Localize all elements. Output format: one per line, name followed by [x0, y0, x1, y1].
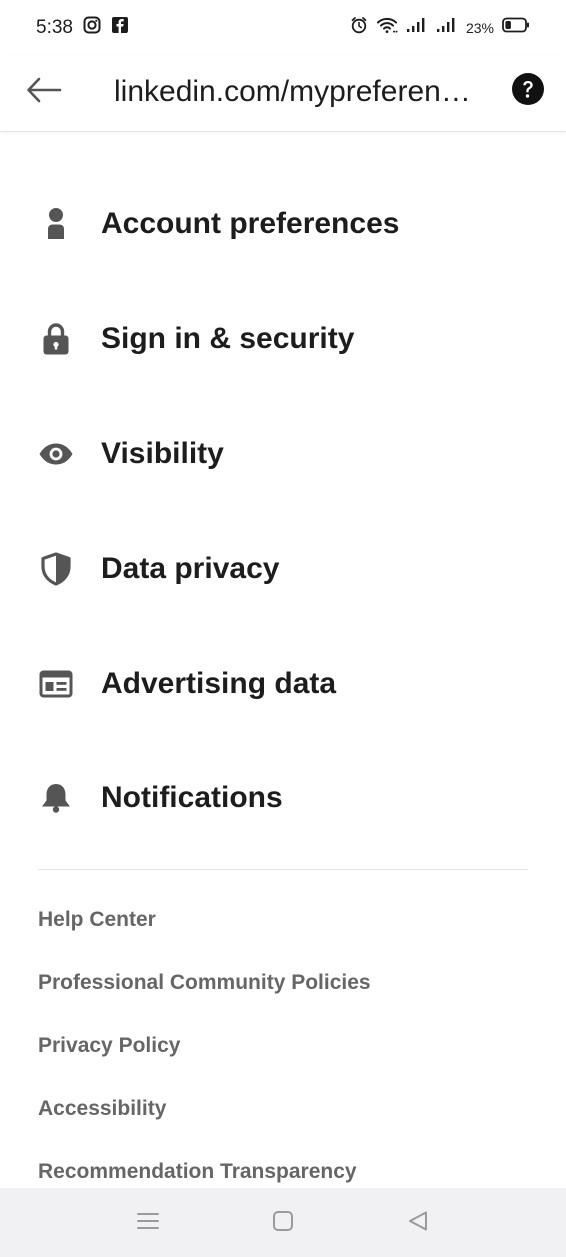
shield-icon	[37, 550, 75, 588]
bell-icon	[37, 779, 75, 817]
newspaper-icon	[37, 665, 75, 703]
lock-icon	[37, 320, 75, 358]
back-triangle-icon	[407, 1210, 429, 1237]
menu-label: Account preferences	[101, 207, 400, 241]
divider	[38, 869, 528, 870]
arrow-left-icon	[26, 76, 62, 109]
alarm-icon	[350, 16, 368, 40]
clock: 5:38	[36, 17, 73, 38]
footer-link-accessibility[interactable]: Accessibility	[38, 1092, 528, 1155]
home-square-icon	[272, 1210, 294, 1237]
menu-item-advertising-data[interactable]: Advertising data	[0, 626, 566, 741]
status-bar: 5:38 23%	[0, 0, 566, 56]
back-button[interactable]	[24, 72, 64, 112]
url-title: linkedin.com/mypreferences/m/categories/…	[114, 75, 474, 108]
battery-icon	[502, 17, 530, 39]
system-nav-bar	[0, 1188, 566, 1257]
facebook-icon	[111, 16, 129, 40]
menu-label: Advertising data	[101, 666, 337, 700]
footer-link-privacy-policy[interactable]: Privacy Policy	[38, 1029, 528, 1092]
status-left: 5:38	[36, 16, 129, 40]
menu-item-account-preferences[interactable]: Account preferences	[0, 167, 566, 282]
menu-item-notifications[interactable]: Notifications	[0, 741, 566, 856]
menu-icon	[137, 1211, 159, 1236]
footer-link-community-policies[interactable]: Professional Community Policies	[38, 966, 528, 1029]
instagram-icon	[83, 16, 101, 40]
eye-icon	[37, 435, 75, 473]
menu-item-data-privacy[interactable]: Data privacy	[0, 511, 566, 626]
settings-menu: Account preferences Sign in & security V…	[0, 167, 566, 856]
menu-item-visibility[interactable]: Visibility	[0, 397, 566, 512]
help-button[interactable]	[512, 73, 544, 105]
signal-icon	[406, 16, 428, 40]
person-icon	[37, 205, 75, 243]
footer-link-help-center[interactable]: Help Center	[38, 903, 528, 966]
menu-item-sign-in-security[interactable]: Sign in & security	[0, 282, 566, 397]
menu-label: Sign in & security	[101, 322, 355, 356]
menu-label: Data privacy	[101, 551, 280, 585]
app-bar: linkedin.com/mypreferences/m/categories/…	[0, 56, 566, 132]
menu-label: Notifications	[101, 781, 283, 815]
signal-icon	[436, 16, 458, 40]
system-back-button[interactable]	[403, 1208, 433, 1238]
status-right: 23%	[350, 16, 530, 40]
menu-label: Visibility	[101, 436, 224, 470]
question-circle-icon	[512, 73, 544, 109]
wifi-icon	[376, 16, 398, 40]
battery-percent: 23%	[465, 20, 494, 36]
home-button[interactable]	[268, 1208, 298, 1238]
recent-apps-button[interactable]	[133, 1208, 163, 1238]
footer-links: Help Center Professional Community Polic…	[38, 903, 528, 1218]
